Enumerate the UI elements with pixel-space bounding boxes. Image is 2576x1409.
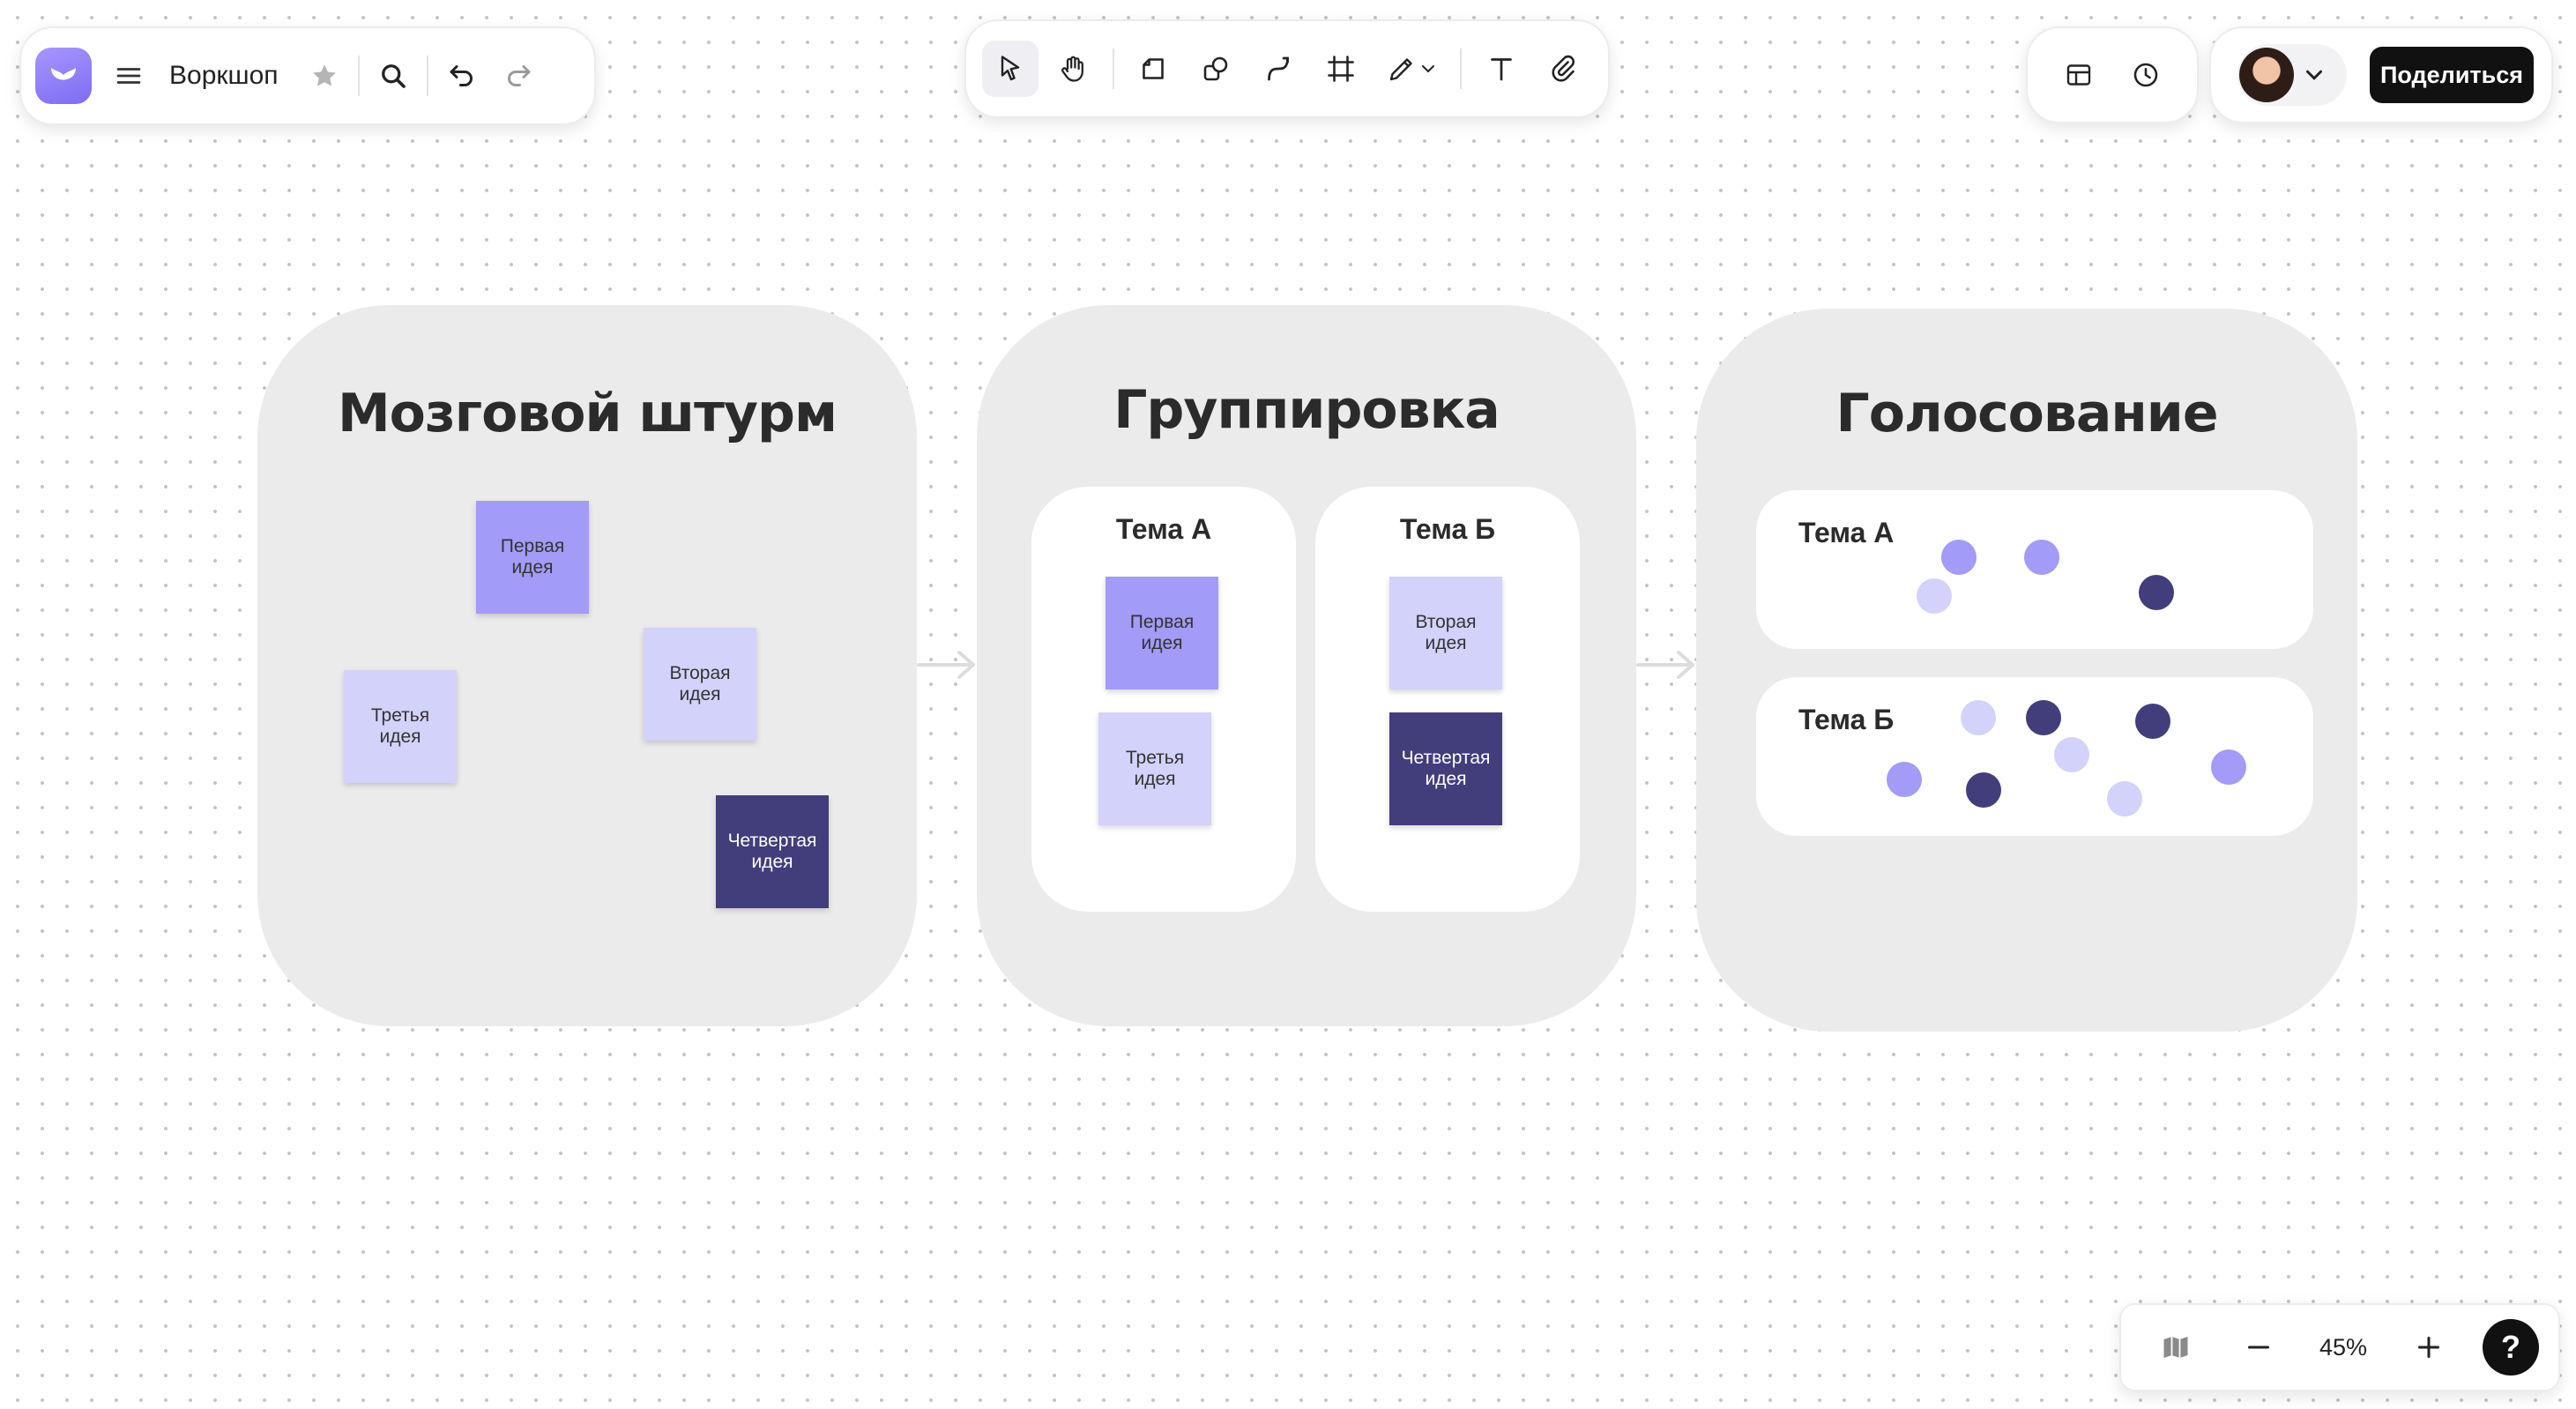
search-icon [381,64,406,88]
vote-dot [2139,575,2174,610]
logo-icon [51,68,76,80]
sticky-note[interactable]: Первая идея [1106,577,1218,690]
board-title[interactable]: Воркшоп [169,61,279,91]
layout-button[interactable] [2051,47,2107,103]
help-button[interactable]: ? [2483,1319,2539,1375]
share-button[interactable]: Поделиться [2370,47,2534,103]
board-menu-panel: Воркшоп [19,26,596,125]
frame-title: Группировка [1113,379,1500,441]
select-tool-button[interactable] [982,41,1039,97]
vote-card[interactable]: Тема А [1756,490,2313,649]
divider [357,56,360,96]
vote-dot [2026,700,2061,735]
attachment-tool-button[interactable] [1536,41,1592,97]
sticky-note-tool-button[interactable] [1125,41,1181,97]
sticky-note[interactable]: Четвертая идея [716,795,829,908]
vote-dot [2211,749,2246,785]
tools-toolbar [964,19,1610,118]
vote-dot [2024,540,2059,575]
vote-dot [2135,704,2170,739]
vote-dot [2054,737,2089,772]
paperclip-icon [1552,55,1575,82]
hand-tool-button[interactable] [1045,41,1101,97]
undo-button[interactable] [434,48,490,104]
hand-icon [1061,56,1083,82]
avatar [2239,48,2294,102]
brainstorm-frame[interactable]: Мозговой штурм Первая идея Вторая идея Т… [257,305,917,1026]
chevron-down-icon [2306,70,2322,80]
group-title: Тема А [1115,513,1212,545]
history-button[interactable] [2118,47,2174,103]
sticky-note[interactable]: Вторая идея [644,628,756,741]
clock-icon [2133,63,2158,87]
group-card[interactable]: Тема А Первая идея Третья идея [1031,487,1296,912]
star-icon [312,64,336,86]
undo-icon [450,65,473,86]
pen-tool-button[interactable] [1375,41,1449,97]
vote-dot [2107,781,2142,816]
minus-icon [2247,1346,2269,1349]
zoom-in-button[interactable] [2401,1319,2457,1375]
vote-dot [1961,700,1996,735]
map-icon [2163,1337,2188,1358]
shapes-tool-button[interactable] [1187,41,1244,97]
sticky-note[interactable]: Третья идея [344,670,457,783]
group-card[interactable]: Тема Б Вторая идея Четвертая идея [1315,487,1580,912]
divider [426,56,428,96]
view-panel [2026,26,2199,123]
group-title: Тема Б [1399,513,1496,545]
connector-arrow[interactable] [1636,644,1698,686]
redo-button[interactable] [490,48,547,104]
grouping-frame[interactable]: Группировка Тема А Первая идея Третья ид… [977,305,1636,1026]
user-menu[interactable] [2237,44,2347,106]
frame-icon [1328,56,1354,82]
connector-icon [1268,56,1289,81]
frame-title: Мозговой штурм [337,383,838,444]
layout-icon [2066,64,2091,86]
frame-tool-button[interactable] [1313,41,1369,97]
menu-button[interactable] [101,48,157,104]
plus-icon [2417,1337,2439,1358]
shapes-icon [1203,56,1228,81]
vote-card[interactable]: Тема Б [1756,677,2313,836]
zoom-level[interactable]: 45% [2312,1334,2374,1361]
hamburger-icon [116,68,141,84]
share-panel: Поделиться [2209,26,2553,123]
app-logo[interactable] [35,48,92,104]
divider [1112,48,1114,89]
sticky-note[interactable]: Вторая идея [1389,577,1502,690]
vote-dot [1887,762,1922,797]
chevron-down-icon [1421,65,1434,73]
text-tool-button[interactable] [1473,41,1530,97]
minimap-button[interactable] [2148,1319,2204,1375]
cursor-icon [1001,56,1020,81]
sticky-note[interactable]: Первая идея [476,501,589,614]
zoom-panel: 45% ? [2119,1303,2560,1391]
sticky-note[interactable]: Четвертая идея [1389,712,1502,825]
redo-icon [507,65,531,86]
favorite-button[interactable] [296,48,353,104]
sticky-note[interactable]: Третья идея [1098,712,1211,825]
divider [1460,48,1463,89]
voting-frame[interactable]: Голосование Тема А Тема Б [1696,309,2357,1032]
frame-title: Голосование [1835,383,2218,444]
vote-dot [1966,772,2001,808]
pen-icon [1389,58,1412,81]
sticky-note-icon [1143,58,1165,79]
vote-topic-title: Тема А [1798,517,1895,548]
vote-dot [1941,540,1977,575]
connector-arrow[interactable] [917,644,979,686]
zoom-out-button[interactable] [2230,1319,2287,1375]
vote-topic-title: Тема Б [1798,704,1895,735]
search-button[interactable] [365,48,421,104]
vote-dot [1917,578,1952,614]
connector-tool-button[interactable] [1250,41,1307,97]
text-icon [1491,58,1513,81]
